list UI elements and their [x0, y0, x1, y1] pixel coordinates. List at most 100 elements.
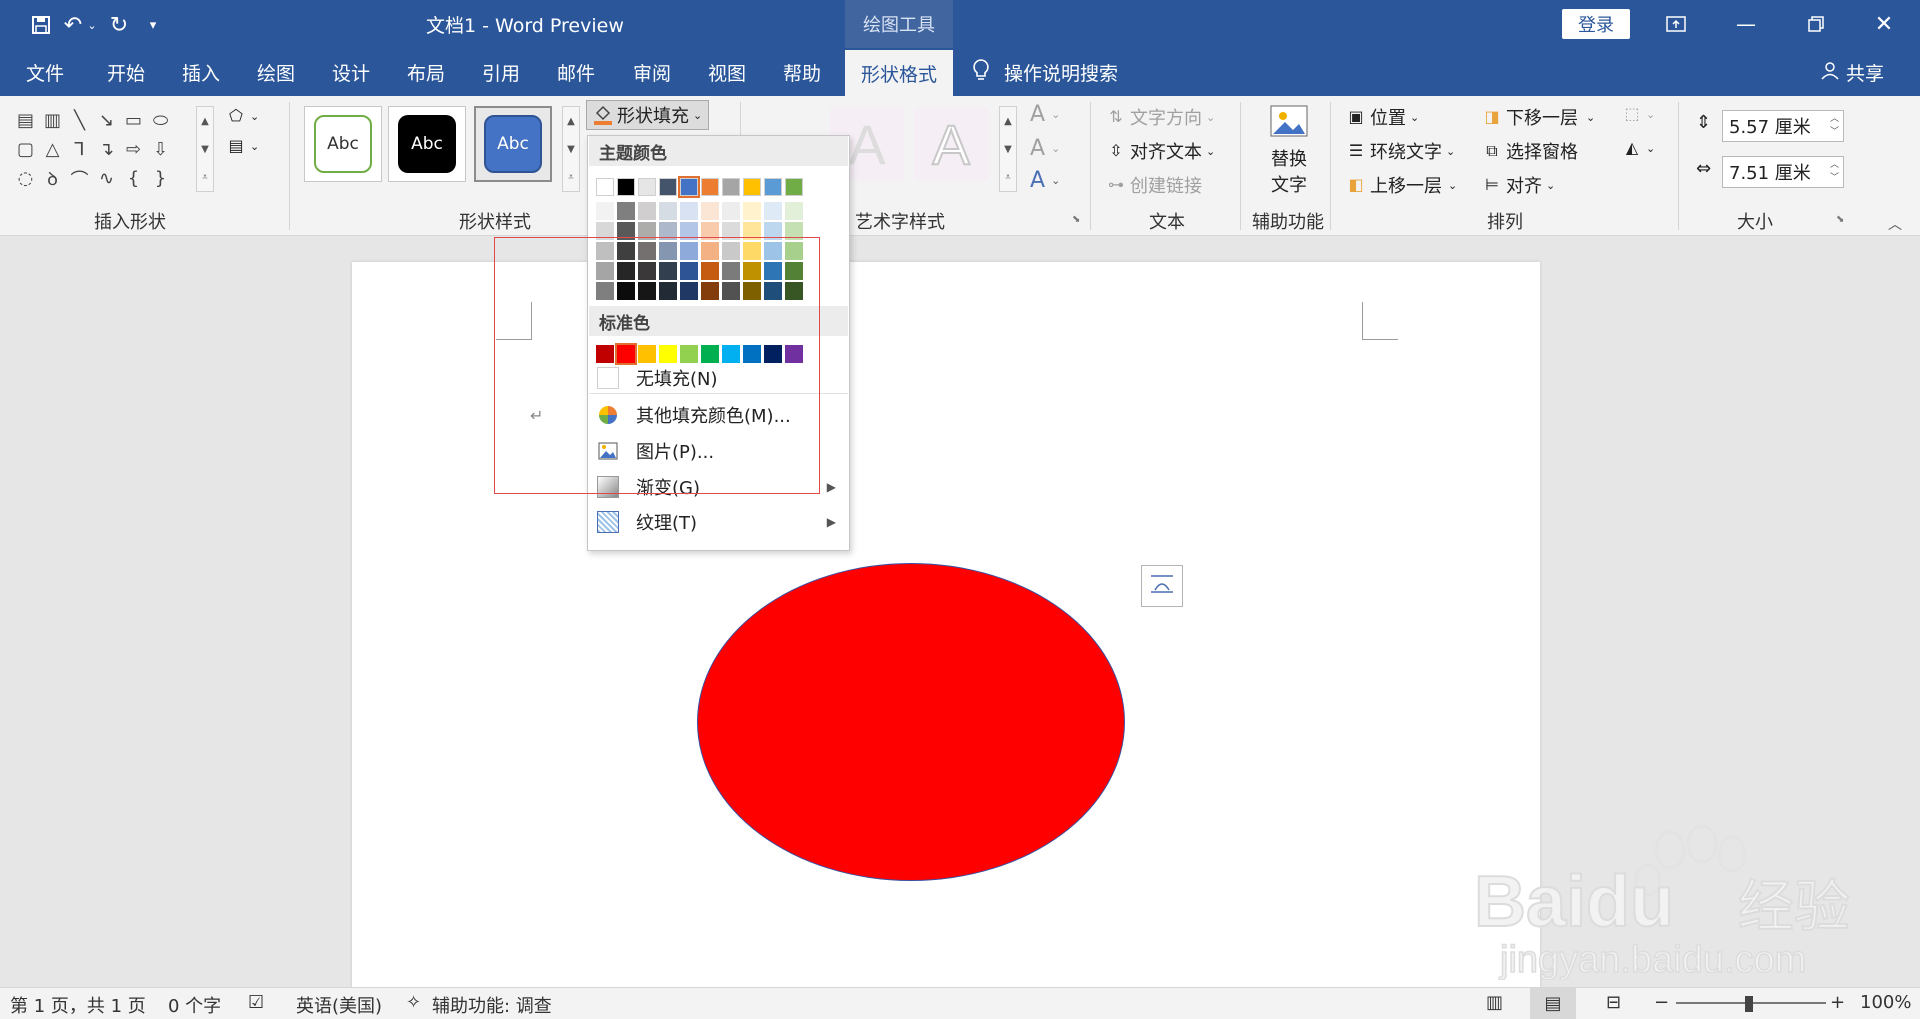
- down-arrow-shape-icon[interactable]: ⇩: [147, 135, 174, 164]
- tab-references[interactable]: 引用: [471, 48, 531, 96]
- gallery-more-icon[interactable]: ⩡: [568, 172, 574, 183]
- undo-dropdown-icon[interactable]: ⌄: [84, 10, 100, 40]
- wordart-style-outline[interactable]: A: [914, 108, 988, 180]
- scroll-up-icon[interactable]: ▲: [1004, 116, 1012, 127]
- web-layout-icon[interactable]: ⊟: [1606, 992, 1621, 1013]
- triangle-shape-icon[interactable]: △: [39, 135, 66, 164]
- elbow-arrow-connector-icon[interactable]: ↴: [93, 135, 120, 164]
- curve-shape-icon[interactable]: ∿: [93, 164, 120, 193]
- theme-shade-swatch[interactable]: [659, 202, 677, 220]
- tell-me-search[interactable]: 操作说明搜索: [972, 48, 1118, 96]
- elbow-connector-icon[interactable]: ⅂: [66, 135, 93, 164]
- proofing-icon[interactable]: ☑: [248, 992, 264, 1013]
- wrap-text-button[interactable]: ☰ 环绕文字 ⌄: [1346, 138, 1455, 164]
- theme-shade-swatch[interactable]: [596, 202, 614, 220]
- shape-style-outline-green[interactable]: Abc: [304, 106, 382, 182]
- close-icon[interactable]: ✕: [1864, 8, 1904, 40]
- left-brace-shape-icon[interactable]: {: [120, 164, 147, 193]
- scroll-down-icon[interactable]: ▼: [201, 144, 209, 155]
- create-link-button[interactable]: ⊶ 创建链接: [1106, 172, 1202, 198]
- share-button[interactable]: 共享: [1820, 48, 1884, 96]
- scribble-shape-icon[interactable]: ꝺ: [39, 164, 66, 193]
- shape-style-black[interactable]: Abc: [388, 106, 466, 182]
- alt-text-button[interactable]: 替换 文字: [1262, 104, 1316, 197]
- theme-color-swatch[interactable]: [678, 176, 700, 198]
- login-button[interactable]: 登录: [1562, 9, 1630, 39]
- text-box-icon[interactable]: ▤: [12, 106, 39, 135]
- tab-review[interactable]: 审阅: [622, 48, 682, 96]
- selection-pane-button[interactable]: ⧉ 选择窗格: [1482, 138, 1578, 164]
- theme-shade-swatch[interactable]: [701, 202, 719, 220]
- theme-shade-swatch[interactable]: [617, 202, 635, 220]
- minimize-icon[interactable]: —: [1726, 8, 1766, 40]
- arc-shape-icon[interactable]: ⌒: [66, 164, 93, 193]
- zoom-slider-thumb[interactable]: [1745, 996, 1753, 1012]
- read-mode-icon[interactable]: ▥: [1486, 992, 1503, 1013]
- theme-color-swatch[interactable]: [785, 178, 803, 196]
- right-brace-shape-icon[interactable]: }: [147, 164, 174, 193]
- position-button[interactable]: ▣ 位置 ⌄: [1346, 104, 1419, 130]
- tab-shape-format[interactable]: 形状格式: [845, 48, 953, 96]
- oval-shape-icon[interactable]: ⬭: [147, 106, 174, 135]
- word-count-status[interactable]: 0 个字: [168, 992, 221, 1018]
- draw-text-box-button[interactable]: ▤ ⌄: [226, 136, 259, 156]
- theme-shade-swatch[interactable]: [764, 202, 782, 220]
- shape-style-blue-selected[interactable]: Abc: [474, 106, 552, 182]
- theme-color-swatch[interactable]: [701, 178, 719, 196]
- theme-color-swatch[interactable]: [617, 178, 635, 196]
- dialog-launcher-icon[interactable]: ⬊: [1072, 214, 1080, 225]
- redo-icon[interactable]: ↻: [104, 10, 134, 40]
- scroll-up-icon[interactable]: ▲: [201, 116, 209, 127]
- shape-height-input[interactable]: 5.57 厘米 ︿ ﹀: [1722, 110, 1844, 142]
- freeform-shape-icon[interactable]: ◌: [12, 164, 39, 193]
- text-outline-icon[interactable]: A ⌄: [1030, 136, 1060, 161]
- theme-shade-swatch[interactable]: [638, 202, 656, 220]
- theme-color-swatch[interactable]: [722, 178, 740, 196]
- shape-fill-button[interactable]: 形状填充 ⌄: [586, 100, 710, 130]
- save-icon[interactable]: [26, 10, 56, 40]
- restore-icon[interactable]: [1796, 8, 1836, 40]
- line-shape-icon[interactable]: ╲: [66, 106, 93, 135]
- tab-design[interactable]: 设计: [321, 48, 381, 96]
- text-fill-icon[interactable]: A ⌄: [1030, 102, 1060, 127]
- gallery-more-icon[interactable]: ⩡: [1005, 172, 1011, 183]
- shape-width-input[interactable]: 7.51 厘米 ︿ ﹀: [1722, 156, 1844, 188]
- zoom-level[interactable]: 100%: [1860, 992, 1911, 1013]
- right-arrow-shape-icon[interactable]: ⇨: [120, 135, 147, 164]
- zoom-in-icon[interactable]: +: [1830, 992, 1845, 1013]
- wordart-styles-scroll[interactable]: ▲ ▼ ⩡: [999, 106, 1017, 192]
- spinner-icon[interactable]: ︿ ﹀: [1830, 159, 1839, 185]
- tab-file[interactable]: 文件: [14, 48, 76, 96]
- accessibility-status[interactable]: 辅助功能: 调查: [432, 992, 552, 1018]
- rotate-button[interactable]: ◭ ⌄: [1622, 138, 1655, 158]
- group-objects-button[interactable]: ⬚ ⌄: [1622, 104, 1655, 124]
- theme-color-swatch[interactable]: [743, 178, 761, 196]
- theme-color-swatch[interactable]: [764, 178, 782, 196]
- collapse-ribbon-icon[interactable]: ︿: [1888, 214, 1902, 234]
- language-status[interactable]: 英语(美国): [296, 992, 382, 1018]
- scroll-down-icon[interactable]: ▼: [1004, 144, 1012, 155]
- text-direction-button[interactable]: ⇅ 文字方向 ⌄: [1106, 104, 1215, 130]
- rounded-rectangle-shape-icon[interactable]: ▢: [12, 135, 39, 164]
- shapes-gallery[interactable]: ▤ ▥ ╲ ↘ ▭ ⬭ ▢ △ ⅂ ↴ ⇨ ⇩ ◌ ꝺ ⌒ ∿ { }: [12, 106, 202, 196]
- send-backward-button[interactable]: ◨ 下移一层 ⌄: [1482, 104, 1595, 130]
- bring-forward-button[interactable]: ◧ 上移一层 ⌄: [1346, 172, 1457, 198]
- spinner-icon[interactable]: ︿ ﹀: [1830, 113, 1839, 139]
- edit-shape-button[interactable]: ⬠ ⌄: [226, 106, 259, 126]
- theme-color-swatch[interactable]: [638, 178, 656, 196]
- theme-color-swatch[interactable]: [596, 178, 614, 196]
- theme-color-swatch[interactable]: [659, 178, 677, 196]
- scroll-down-icon[interactable]: ▼: [567, 144, 575, 155]
- page-count-status[interactable]: 第 1 页，共 1 页: [10, 992, 146, 1018]
- tab-draw[interactable]: 绘图: [246, 48, 306, 96]
- layout-options-button[interactable]: [1141, 565, 1183, 607]
- theme-shade-swatch[interactable]: [722, 202, 740, 220]
- zoom-out-icon[interactable]: −: [1654, 992, 1669, 1013]
- tab-layout[interactable]: 布局: [396, 48, 456, 96]
- print-layout-icon[interactable]: ▤: [1530, 988, 1576, 1019]
- texture-fill-option[interactable]: 纹理(T) ▶: [589, 506, 848, 538]
- align-text-button[interactable]: ⇳ 对齐文本 ⌄: [1106, 138, 1215, 164]
- theme-shade-swatch[interactable]: [680, 202, 698, 220]
- vertical-text-box-icon[interactable]: ▥: [39, 106, 66, 135]
- rectangle-shape-icon[interactable]: ▭: [120, 106, 147, 135]
